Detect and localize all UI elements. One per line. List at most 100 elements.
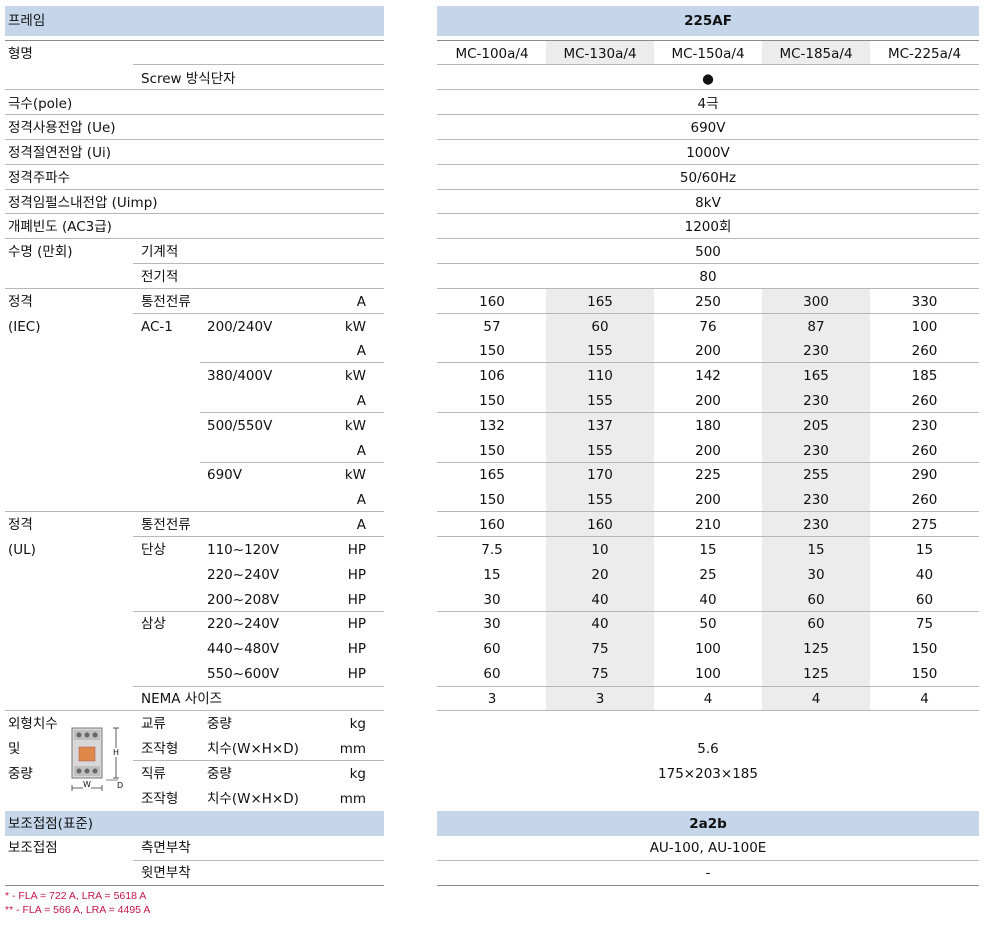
iec-cell: 87 xyxy=(807,319,825,335)
divider xyxy=(437,164,979,165)
weight-value: 5.6 xyxy=(697,741,719,757)
ul-cell: 7.5 xyxy=(481,542,503,558)
ul-cell: 230 xyxy=(803,517,829,533)
dim-d-label: D xyxy=(117,781,124,790)
ui-label: 정격절연전압 (Ui) xyxy=(8,145,111,161)
ul-cell: 4 xyxy=(920,691,929,707)
iec-cell: 155 xyxy=(587,443,613,459)
ul-ith-label: 통전전류 xyxy=(141,517,191,533)
ul-cell: 15 xyxy=(699,542,717,558)
divider xyxy=(437,288,979,289)
ul-cell: 40 xyxy=(591,592,609,608)
ul-cell: 40 xyxy=(915,567,934,583)
ul-cell: 3 xyxy=(487,691,497,707)
iec-cell: 155 xyxy=(587,492,613,508)
divider xyxy=(133,860,384,861)
dim-label-3: 중량 xyxy=(8,766,33,782)
operation-label: 조작형 xyxy=(141,791,179,807)
ul-label-2: (UL) xyxy=(8,542,36,558)
iec-cell: 260 xyxy=(911,443,938,459)
divider xyxy=(437,536,979,537)
divider xyxy=(437,263,979,264)
iec-cell: 225 xyxy=(695,467,721,483)
frame-header-band xyxy=(5,6,384,36)
ul-cell: 25 xyxy=(699,567,717,583)
ul-cell: 60 xyxy=(483,666,501,682)
divider xyxy=(437,462,979,463)
iec-cell: 290 xyxy=(911,467,938,483)
ul-cell: 15 xyxy=(807,542,825,558)
ul-cell: 125 xyxy=(803,666,829,682)
iec-cell: 165 xyxy=(587,294,613,310)
iec-cell: 165 xyxy=(803,368,829,384)
freq-label: 정격주파수 xyxy=(8,170,71,186)
iec-cell: 132 xyxy=(479,418,505,434)
divider xyxy=(437,139,979,140)
divider xyxy=(200,462,384,463)
divider xyxy=(5,189,384,190)
voltage-690: 690V xyxy=(207,467,243,483)
aux-rear-value: - xyxy=(705,865,711,881)
ul-cell: 100 xyxy=(695,641,721,657)
iec-cell: 230 xyxy=(803,443,829,459)
ul-cell: 40 xyxy=(591,616,609,632)
divider xyxy=(437,362,979,363)
three-phase-label: 삼상 xyxy=(141,616,166,632)
frame-value: 225AF xyxy=(684,13,732,29)
footnote-1: * - FLA = 722 A, LRA = 5618 A xyxy=(5,890,147,902)
size-label: 치수(W×H×D) xyxy=(207,791,299,807)
screw-label: Screw 방식단자 xyxy=(141,71,236,87)
ul-cell: 4 xyxy=(811,691,821,707)
unit-a: A xyxy=(356,492,366,508)
aux-side-value: AU-100, AU-100E xyxy=(649,840,767,856)
iec-cell: 180 xyxy=(695,418,721,434)
iec-cell: 155 xyxy=(587,343,613,359)
divider xyxy=(133,611,384,612)
ul-cell: 60 xyxy=(807,616,825,632)
iec-cell: 200 xyxy=(695,393,721,409)
unit-kw: kW xyxy=(344,368,366,384)
model-label: 형명 xyxy=(8,46,33,62)
ul-cell: 3 xyxy=(595,691,605,707)
ul-cell: 100 xyxy=(695,666,721,682)
iec-cell: 150 xyxy=(479,443,505,459)
ul-cell: 30 xyxy=(807,567,825,583)
voltage-380-400: 380/400V xyxy=(207,368,273,384)
life-elec-label: 전기적 xyxy=(141,269,179,285)
divider xyxy=(437,40,979,41)
uimp-value: 8kV xyxy=(695,195,721,211)
unit-a: A xyxy=(356,343,366,359)
ul-cell: 10 xyxy=(591,542,609,558)
ul-cell: 160 xyxy=(587,517,613,533)
ul-cell: 60 xyxy=(807,592,825,608)
unit-hp: HP xyxy=(347,666,366,682)
footnote-2: ** - FLA = 566 A, LRA = 4495 A xyxy=(5,904,151,916)
unit-a: A xyxy=(356,443,366,459)
ul-cell: 150 xyxy=(911,666,938,682)
iec-cell: 76 xyxy=(699,319,717,335)
iec-cell: 260 xyxy=(911,393,938,409)
nema-label: NEMA 사이즈 xyxy=(141,691,223,707)
unit-a: A xyxy=(356,517,366,533)
size-label: 치수(W×H×D) xyxy=(207,741,299,757)
iec-cell: 230 xyxy=(803,492,829,508)
ul-cell: 75 xyxy=(591,666,609,682)
frame-label: 프레임 xyxy=(8,13,46,29)
iec-cell: 170 xyxy=(587,467,613,483)
iec-cell: 185 xyxy=(911,368,938,384)
ul-cell: 60 xyxy=(483,641,501,657)
life-mech-value: 500 xyxy=(695,244,721,260)
side-mount-label: 측면부착 xyxy=(141,840,191,856)
iec-cell: 160 xyxy=(479,294,505,310)
ul-cell: 75 xyxy=(591,641,609,657)
dc-label: 직류 xyxy=(141,766,166,782)
voltage-220-240-3p: 220~240V xyxy=(207,616,280,632)
iec-cell: 230 xyxy=(803,393,829,409)
divider xyxy=(437,860,979,861)
ul-cell: 75 xyxy=(915,616,934,632)
unit-kw: kW xyxy=(344,418,366,434)
iec-cell: 260 xyxy=(911,343,938,359)
iec-cell: 60 xyxy=(591,319,609,335)
divider xyxy=(5,511,384,512)
divider xyxy=(437,611,979,612)
